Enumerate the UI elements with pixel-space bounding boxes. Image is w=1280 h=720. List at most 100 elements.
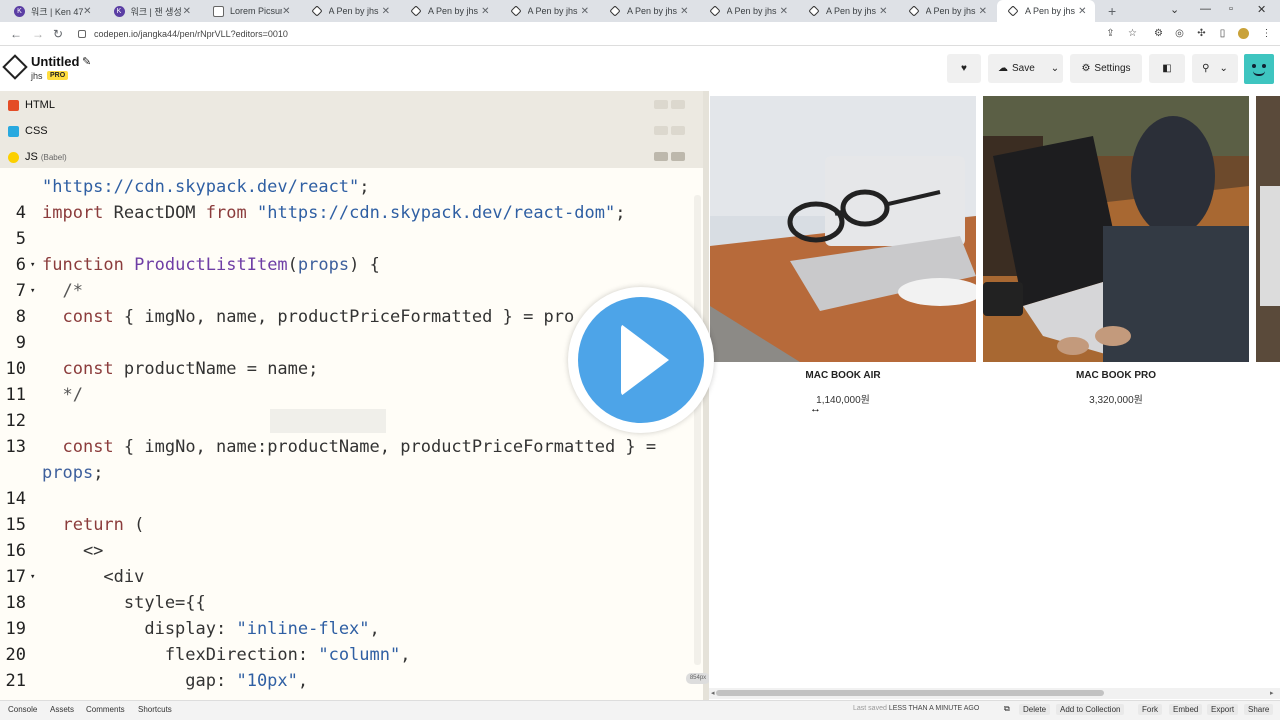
footer-assets-button[interactable]: Assets xyxy=(46,704,78,715)
code-line[interactable]: 18 style={{ xyxy=(0,590,692,616)
fold-toggle-icon[interactable]: ▾ xyxy=(30,252,35,278)
settings-button[interactable]: ⚙ Settings xyxy=(1070,54,1142,83)
code-line[interactable]: props; xyxy=(0,460,692,486)
code-line[interactable]: 4 import ReactDOM from "https://cdn.skypa… xyxy=(0,200,692,226)
browser-tab[interactable]: A Pen by jhs ✕ xyxy=(699,0,797,22)
code-line[interactable]: 7 ▾ /* xyxy=(0,278,692,304)
pane-settings-icon[interactable] xyxy=(654,126,668,135)
footer-delete-button[interactable]: Delete xyxy=(1019,704,1051,715)
tab-close-icon[interactable]: ✕ xyxy=(83,6,91,17)
code-line[interactable]: 6 ▾ function ProductListItem(props) { xyxy=(0,252,692,278)
code-line[interactable]: 13 const { imgNo, name:productName, prod… xyxy=(0,434,692,460)
tab-close-icon[interactable]: ✕ xyxy=(979,6,987,17)
save-button[interactable]: ☁ Save ⌄ xyxy=(988,54,1063,83)
footer-embed-button[interactable]: Embed xyxy=(1169,704,1203,715)
pen-title[interactable]: Untitled xyxy=(31,54,79,69)
code-line[interactable]: 5 xyxy=(0,226,692,252)
code-text: props; xyxy=(42,463,104,483)
tab-close-icon[interactable]: ✕ xyxy=(481,6,489,17)
code-line[interactable]: 20 flexDirection: "column", xyxy=(0,642,692,668)
code-line[interactable]: 14 xyxy=(0,486,692,512)
footer-add-to-collection-button[interactable]: Add to Collection xyxy=(1056,704,1125,715)
url-field[interactable]: codepen.io/jangka44/pen/rNprVLL?editors=… xyxy=(72,25,1152,43)
extension-gear-icon[interactable]: ⚙ xyxy=(1153,28,1164,39)
browser-tab[interactable]: K 워크 | Ken 4711✕ xyxy=(2,0,100,22)
footer-export-button[interactable]: Export xyxy=(1207,704,1239,715)
minimize-icon[interactable]: — xyxy=(1200,3,1211,15)
pane-collapse-icon[interactable] xyxy=(671,126,685,135)
pane-collapse-icon[interactable] xyxy=(671,152,685,161)
browser-menu-icon[interactable]: ⋮ xyxy=(1261,28,1272,39)
codepen-icon xyxy=(509,5,522,17)
footer-shortcuts-button[interactable]: Shortcuts xyxy=(134,704,176,715)
forward-icon[interactable]: → xyxy=(32,27,44,41)
browser-tab[interactable]: A Pen by jhs ✕ xyxy=(997,0,1095,22)
window-close-icon[interactable]: ✕ xyxy=(1257,3,1266,16)
sidebar-panel-icon[interactable]: ▯ xyxy=(1217,28,1228,39)
code-line[interactable]: 17 ▾ <div xyxy=(0,564,692,590)
video-play-button[interactable] xyxy=(568,287,714,433)
tab-close-icon[interactable]: ✕ xyxy=(1078,6,1086,17)
browser-tab[interactable]: A Pen by jhs ✕ xyxy=(599,0,697,22)
pane-settings-icon[interactable] xyxy=(654,152,668,161)
tab-close-icon[interactable]: ✕ xyxy=(282,6,290,17)
bookmark-star-icon[interactable]: ☆ xyxy=(1127,28,1138,39)
browser-tab[interactable]: A Pen by jhs ✕ xyxy=(898,0,996,22)
heart-button[interactable]: ♥ xyxy=(947,54,981,83)
profile-avatar[interactable] xyxy=(1238,28,1249,39)
new-tab-button[interactable]: + xyxy=(1108,3,1116,19)
external-link-icon[interactable]: ⧉ xyxy=(1004,704,1010,714)
extensions-puzzle-icon[interactable]: ✣ xyxy=(1196,28,1207,39)
browser-tab[interactable]: A Pen by jhs ✕ xyxy=(400,0,498,22)
back-icon[interactable]: ← xyxy=(10,27,22,41)
share-icon[interactable]: ⇪ xyxy=(1105,28,1116,39)
js-pane-header[interactable]: JS (Babel) xyxy=(0,144,703,170)
fold-toggle-icon[interactable]: ▾ xyxy=(30,278,35,304)
tab-close-icon[interactable]: ✕ xyxy=(183,6,191,17)
browser-tab[interactable]: Lorem Picsum ✕ xyxy=(201,0,299,22)
pane-settings-icon[interactable] xyxy=(654,100,668,109)
fold-toggle-icon[interactable]: ▾ xyxy=(30,564,35,590)
line-number: 4 xyxy=(15,203,26,223)
scroll-right-icon[interactable]: ▸ xyxy=(1270,689,1274,697)
footer-share-button[interactable]: Share xyxy=(1244,704,1274,715)
code-line[interactable]: "https://cdn.skypack.dev/react"; xyxy=(0,174,692,200)
tab-close-icon[interactable]: ✕ xyxy=(581,6,589,17)
edit-pencil-icon[interactable]: ✎ xyxy=(82,55,91,68)
footer-fork-button[interactable]: Fork xyxy=(1138,704,1162,715)
footer-comments-button[interactable]: Comments xyxy=(82,704,129,715)
pane-collapse-icon[interactable] xyxy=(671,100,685,109)
code-text: import ReactDOM from "https://cdn.skypac… xyxy=(42,203,626,223)
tab-close-icon[interactable]: ✕ xyxy=(680,6,688,17)
extension-circle-icon[interactable]: ◎ xyxy=(1174,28,1185,39)
pen-author[interactable]: jhs xyxy=(31,71,43,81)
html-pane-header[interactable]: HTML xyxy=(0,92,703,118)
user-avatar[interactable] xyxy=(1244,54,1274,84)
scroll-left-icon[interactable]: ◂ xyxy=(711,689,715,697)
reload-icon[interactable]: ↻ xyxy=(53,27,63,41)
tab-search-icon[interactable]: ⌄ xyxy=(1170,3,1179,16)
code-line[interactable]: 21 gap: "10px", xyxy=(0,668,692,694)
pin-button[interactable]: ⚲ ⌄ xyxy=(1192,54,1238,83)
code-line[interactable]: 19 display: "inline-flex", xyxy=(0,616,692,642)
layout-button[interactable]: ◧ xyxy=(1149,54,1185,83)
tab-close-icon[interactable]: ✕ xyxy=(780,6,788,17)
code-line[interactable]: 16 <> xyxy=(0,538,692,564)
lock-icon xyxy=(78,30,86,38)
css-pane-header[interactable]: CSS xyxy=(0,118,703,144)
preview-scrollbar-thumb[interactable] xyxy=(716,690,1104,696)
settings-label: Settings xyxy=(1094,63,1131,74)
browser-tab[interactable]: K 워크 | 잰 생성 ✕ xyxy=(102,0,200,22)
width-indicator: 854px xyxy=(686,673,710,684)
footer-console-button[interactable]: Console xyxy=(4,704,41,715)
editor-scrollbar-thumb[interactable] xyxy=(694,195,701,665)
code-line[interactable]: 15 return ( xyxy=(0,512,692,538)
browser-tab[interactable]: A Pen by jhs ✕ xyxy=(500,0,598,22)
browser-tab[interactable]: A Pen by jhs ✕ xyxy=(798,0,896,22)
js-code-editor[interactable]: "https://cdn.skypack.dev/react"; 4 import … xyxy=(0,168,692,700)
maximize-icon[interactable]: ▫ xyxy=(1229,3,1233,15)
browser-tab[interactable]: A Pen by jhs ✕ xyxy=(301,0,399,22)
editor-panes: HTML CSS JS (Babel) xyxy=(0,91,703,168)
tab-close-icon[interactable]: ✕ xyxy=(382,6,390,17)
tab-close-icon[interactable]: ✕ xyxy=(879,6,887,17)
